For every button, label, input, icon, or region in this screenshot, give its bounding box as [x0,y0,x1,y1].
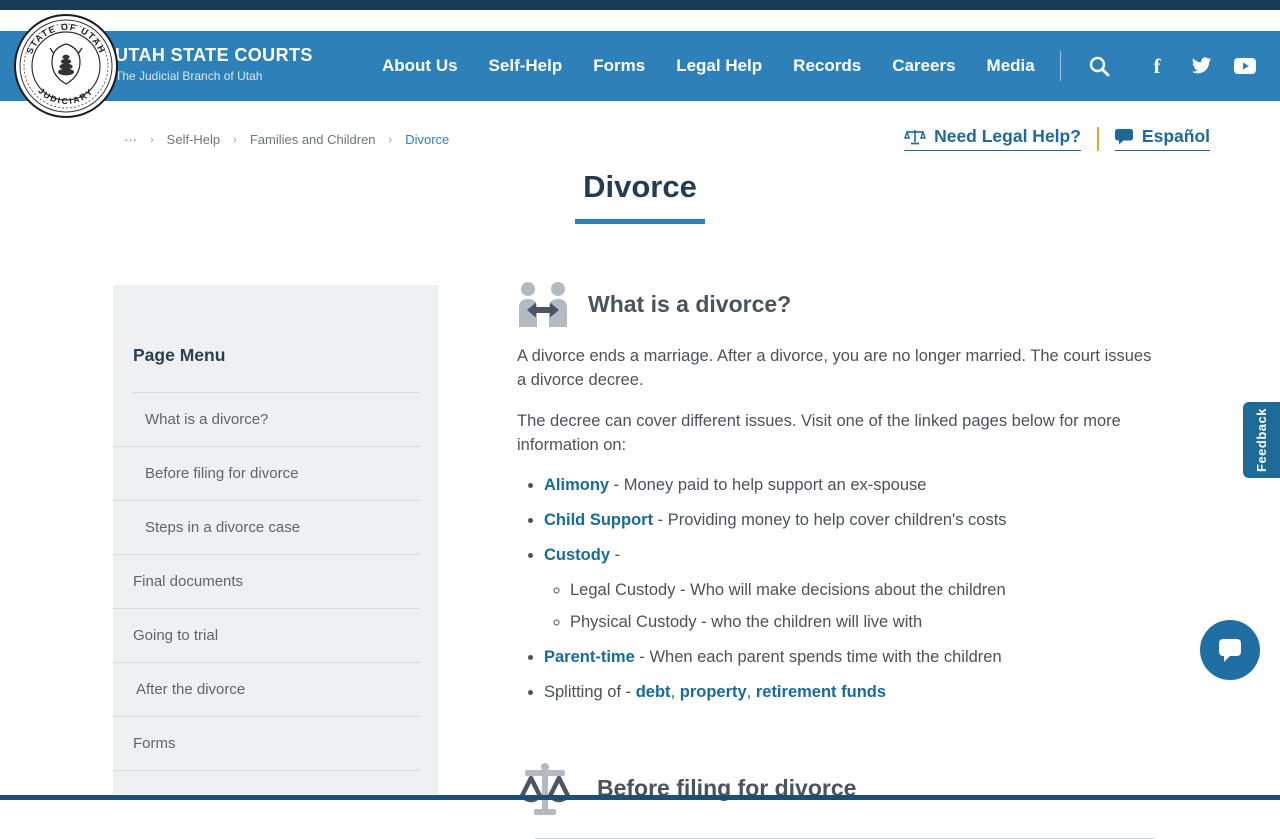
chat-button[interactable] [1200,620,1260,680]
utility-links: Need Legal Help? Español [904,126,1210,151]
page-menu-sidebar: Page Menu What is a divorce? Before fili… [113,285,438,794]
breadcrumb-row: ··· › Self-Help › Families and Children … [0,126,1280,158]
site-header: STATE OF UTAH JUDICIARY UTAH STATE COURT… [0,31,1280,101]
list-item-text: Splitting of - [544,683,636,701]
list-item-text: - When each parent spends time with the … [635,648,1002,666]
list-item-text: - Providing money to help cover children… [653,511,1006,529]
section-what-is-divorce-header: What is a divorce? [517,281,1157,327]
utah-courts-seal-logo[interactable]: STATE OF UTAH JUDICIARY [14,14,118,118]
chevron-right-icon: › [150,134,154,146]
paragraph: The decree can cover different issues. V… [517,409,1153,457]
list-item-text: - [610,546,620,564]
page-title: Divorce [0,169,1280,205]
list-item-text: , [747,683,756,701]
nav-forms[interactable]: Forms [593,56,645,76]
scales-icon [904,128,926,146]
section-heading: What is a divorce? [588,291,791,318]
section-before-filing-header: Before filing for divorce [517,762,1157,816]
breadcrumb-divorce[interactable]: Divorce [405,132,449,147]
breadcrumb: ··· › Self-Help › Families and Children … [124,132,449,147]
nav-about-us[interactable]: About Us [382,56,458,76]
nav-careers[interactable]: Careers [892,56,955,76]
debt-link[interactable]: debt [636,683,671,701]
custody-link[interactable]: Custody [544,546,610,564]
top-accent-strip [0,0,1280,10]
espanol-link[interactable]: Español [1115,126,1210,151]
bottom-accent-strip [0,795,1280,800]
child-support-link[interactable]: Child Support [544,511,653,529]
brand-subtitle: The Judicial Branch of Utah [115,69,313,83]
breadcrumb-self-help[interactable]: Self-Help [167,132,220,147]
facebook-glyph: f [1154,54,1161,79]
main-nav: About Us Self-Help Forms Legal Help Reco… [382,31,1035,101]
menu-item-before-filing[interactable]: Before filing for divorce [113,447,420,501]
list-item-text: , [671,683,680,701]
nav-legal-help[interactable]: Legal Help [676,56,762,76]
nav-self-help[interactable]: Self-Help [489,56,563,76]
menu-item-after-the-divorce[interactable]: After the divorce [113,663,420,717]
title-underline [575,219,705,224]
feedback-label: Feedback [1254,408,1269,472]
menu-item-forms[interactable]: Forms [113,717,420,771]
list-item-legal-custody: Legal Custody - Who will make decisions … [570,579,1157,603]
chevron-right-icon: › [233,134,237,146]
feedback-tab[interactable]: Feedback [1243,402,1280,478]
page-menu-title: Page Menu [133,345,420,393]
social-links: f [1146,31,1256,101]
need-legal-help-label: Need Legal Help? [934,126,1081,147]
paragraph: A divorce ends a marriage. After a divor… [517,344,1153,392]
search-icon[interactable] [1088,55,1110,77]
list-item-splitting: Splitting of - debt, property, retiremen… [544,681,1157,705]
espanol-label: Español [1142,126,1210,147]
need-legal-help-link[interactable]: Need Legal Help? [904,126,1081,151]
scales-of-justice-icon [517,762,573,816]
menu-item-final-documents[interactable]: Final documents [113,555,420,609]
parent-time-link[interactable]: Parent-time [544,648,635,666]
list-item-child-support: Child Support - Providing money to help … [544,509,1157,533]
nav-records[interactable]: Records [793,56,861,76]
utility-divider [1097,127,1099,151]
nav-divider [1060,51,1061,81]
retirement-funds-link[interactable]: retirement funds [756,683,886,701]
youtube-icon[interactable] [1234,56,1256,76]
breadcrumb-families-children[interactable]: Families and Children [250,132,376,147]
menu-item-what-is-a-divorce[interactable]: What is a divorce? [113,393,420,447]
divorce-people-icon [517,281,569,327]
nav-media[interactable]: Media [987,56,1035,76]
list-item-physical-custody: Physical Custody - who the children will… [570,611,1157,635]
alimony-link[interactable]: Alimony [544,476,609,494]
list-item-text: - Money paid to help support an ex-spous… [609,476,926,494]
main-content: What is a divorce? A divorce ends a marr… [517,281,1157,839]
twitter-icon[interactable] [1190,56,1212,76]
facebook-icon[interactable]: f [1146,56,1168,76]
brand-title: UTAH STATE COURTS [115,45,313,66]
menu-item-steps[interactable]: Steps in a divorce case [113,501,420,555]
custody-sublist: Legal Custody - Who will make decisions … [544,579,1157,635]
list-item-parent-time: Parent-time - When each parent spends ti… [544,646,1157,670]
brand-text[interactable]: UTAH STATE COURTS The Judicial Branch of… [115,45,313,83]
section-before-filing: Before filing for divorce [517,762,1157,839]
speech-bubble-icon [1115,128,1134,145]
list-item-custody: Custody - Legal Custody - Who will make … [544,544,1157,635]
breadcrumb-ellipsis[interactable]: ··· [124,132,137,147]
menu-item-going-to-trial[interactable]: Going to trial [113,609,420,663]
property-link[interactable]: property [680,683,747,701]
chat-bubble-icon [1216,637,1244,663]
chevron-right-icon: › [389,134,393,146]
list-item-alimony: Alimony - Money paid to help support an … [544,474,1157,498]
divorce-topics-list: Alimony - Money paid to help support an … [517,474,1157,704]
